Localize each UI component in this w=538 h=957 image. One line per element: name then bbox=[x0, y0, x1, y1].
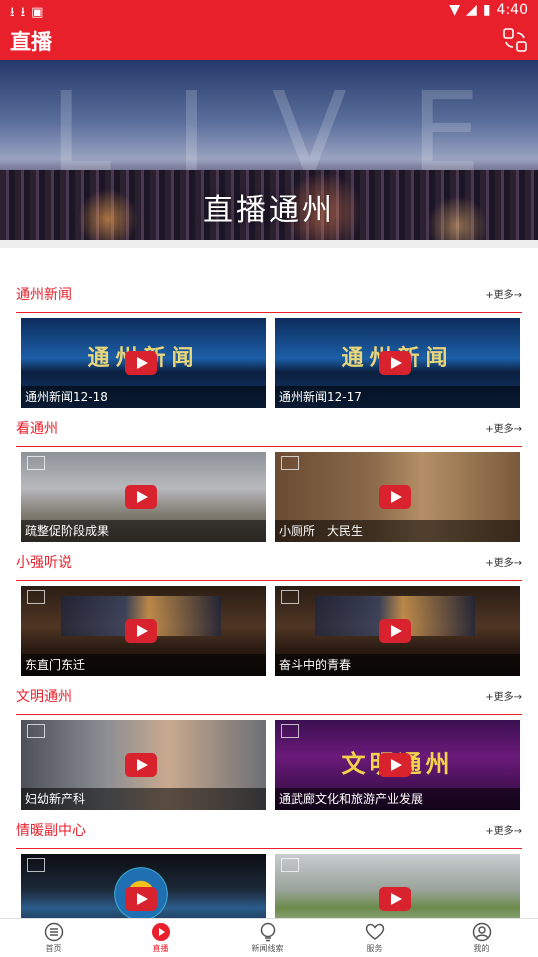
wifi-icon: ▼ bbox=[449, 2, 461, 18]
video-caption: 通州新闻12-17 bbox=[275, 386, 520, 408]
play-icon[interactable] bbox=[125, 485, 157, 509]
play-icon[interactable] bbox=[125, 753, 157, 777]
live-banner[interactable]: LIVE 直播通州 bbox=[0, 60, 538, 240]
video-card[interactable] bbox=[275, 854, 520, 918]
tab-home[interactable]: 首页 bbox=[0, 919, 107, 957]
channel-logo-icon bbox=[281, 724, 299, 738]
section-title: 通州新闻 bbox=[16, 287, 72, 303]
section-header: 小强听说 +更多→ bbox=[16, 540, 522, 581]
more-link[interactable]: +更多→ bbox=[485, 286, 522, 301]
video-caption: 妇幼新产科 bbox=[21, 788, 266, 810]
more-link[interactable]: +更多→ bbox=[485, 688, 522, 703]
divider bbox=[0, 240, 538, 248]
section-header: 情暖副中心 +更多→ bbox=[16, 808, 522, 849]
tab-services[interactable]: 服务 bbox=[321, 919, 428, 957]
bottom-tab-bar: 首页 直播 新闻线索 服务 我的 bbox=[0, 918, 538, 957]
video-card[interactable] bbox=[21, 854, 266, 918]
more-link[interactable]: +更多→ bbox=[485, 420, 522, 435]
video-card[interactable]: 妇幼新产科 bbox=[21, 720, 266, 810]
section-wenming-tongzhou: 文明通州 +更多→ 妇幼新产科 文明通州 通武廊文化和旅游产业发展 bbox=[16, 674, 522, 810]
page-title: 直播 bbox=[10, 30, 52, 54]
user-icon bbox=[472, 922, 491, 942]
section-title: 情暖副中心 bbox=[16, 823, 86, 839]
video-card[interactable]: 东直门东迁 bbox=[21, 586, 266, 676]
app-notification-icon: ▣ bbox=[31, 5, 50, 20]
video-caption: 通武廊文化和旅游产业发展 bbox=[275, 788, 520, 810]
play-icon[interactable] bbox=[379, 485, 411, 509]
switch-view-icon[interactable] bbox=[502, 27, 528, 53]
section-title: 文明通州 bbox=[16, 689, 72, 705]
download-icon: ⭳ bbox=[10, 5, 21, 20]
section-xiaoqiang-tingshuo: 小强听说 +更多→ 东直门东迁 奋斗中的青春 bbox=[16, 540, 522, 676]
section-header: 文明通州 +更多→ bbox=[16, 674, 522, 715]
tab-label: 服务 bbox=[366, 944, 383, 953]
battery-icon: ▮ bbox=[482, 2, 491, 18]
status-bar: ⭳⭳▣ ▼ ◢ ▮ 4:40 bbox=[0, 0, 538, 22]
section-title: 小强听说 bbox=[16, 555, 72, 571]
section-header: 看通州 +更多→ bbox=[16, 406, 522, 447]
live-channel-list: 通州新闻 +更多→ 通州新闻 通州新闻12-18 通州新闻 通州新闻12-17 … bbox=[0, 248, 538, 918]
tab-mine[interactable]: 我的 bbox=[428, 919, 535, 957]
section-title: 看通州 bbox=[16, 421, 58, 437]
tab-label: 新闻线索 bbox=[251, 944, 284, 953]
video-caption: 东直门东迁 bbox=[21, 654, 266, 676]
channel-logo-icon bbox=[281, 858, 299, 872]
channel-logo-icon bbox=[281, 590, 299, 604]
play-icon[interactable] bbox=[379, 887, 411, 911]
bulb-icon bbox=[260, 922, 275, 942]
banner-title: 直播通州 bbox=[203, 193, 335, 228]
section-qingnuan-fuzhongxin: 情暖副中心 +更多→ bbox=[16, 808, 522, 918]
play-icon[interactable] bbox=[379, 753, 411, 777]
tab-label: 我的 bbox=[473, 944, 490, 953]
video-card[interactable]: 奋斗中的青春 bbox=[275, 586, 520, 676]
channel-logo-icon bbox=[27, 590, 45, 604]
video-card[interactable]: 通州新闻 通州新闻12-18 bbox=[21, 318, 266, 408]
play-icon[interactable] bbox=[379, 619, 411, 643]
play-circle-icon bbox=[151, 923, 170, 941]
tab-label: 直播 bbox=[152, 944, 169, 953]
tab-news-tips[interactable]: 新闻线索 bbox=[214, 919, 321, 957]
channel-logo-icon bbox=[281, 456, 299, 470]
play-icon[interactable] bbox=[125, 619, 157, 643]
app-bar: 直播 bbox=[0, 22, 538, 60]
download-icon: ⭳ bbox=[20, 5, 32, 20]
section-kan-tongzhou: 看通州 +更多→ 疏整促阶段成果 小厕所 大民生 bbox=[16, 406, 522, 542]
more-link[interactable]: +更多→ bbox=[485, 822, 522, 837]
home-list-icon bbox=[44, 922, 63, 942]
video-caption: 奋斗中的青春 bbox=[275, 654, 520, 676]
video-card[interactable]: 文明通州 通武廊文化和旅游产业发展 bbox=[275, 720, 520, 810]
video-card[interactable]: 小厕所 大民生 bbox=[275, 452, 520, 542]
more-link[interactable]: +更多→ bbox=[485, 554, 522, 569]
video-card[interactable]: 疏整促阶段成果 bbox=[21, 452, 266, 542]
heart-icon bbox=[365, 923, 384, 940]
section-tongzhou-news: 通州新闻 +更多→ 通州新闻 通州新闻12-18 通州新闻 通州新闻12-17 bbox=[16, 272, 522, 408]
play-icon[interactable] bbox=[125, 887, 157, 911]
video-card[interactable]: 通州新闻 通州新闻12-17 bbox=[275, 318, 520, 408]
status-right: ▼ ◢ ▮ 4:40 bbox=[449, 2, 528, 18]
signal-icon: ◢ bbox=[466, 2, 477, 18]
channel-logo-icon bbox=[27, 456, 45, 470]
play-icon[interactable] bbox=[379, 351, 411, 375]
section-header: 通州新闻 +更多→ bbox=[16, 272, 522, 313]
video-caption: 小厕所 大民生 bbox=[275, 520, 520, 542]
status-time: 4:40 bbox=[496, 2, 528, 18]
video-caption: 通州新闻12-18 bbox=[21, 386, 266, 408]
tab-label: 首页 bbox=[45, 944, 62, 953]
tab-live[interactable]: 直播 bbox=[107, 919, 214, 957]
channel-logo-icon bbox=[27, 724, 45, 738]
play-icon[interactable] bbox=[125, 351, 157, 375]
channel-logo-icon bbox=[27, 858, 45, 872]
video-caption: 疏整促阶段成果 bbox=[21, 520, 266, 542]
